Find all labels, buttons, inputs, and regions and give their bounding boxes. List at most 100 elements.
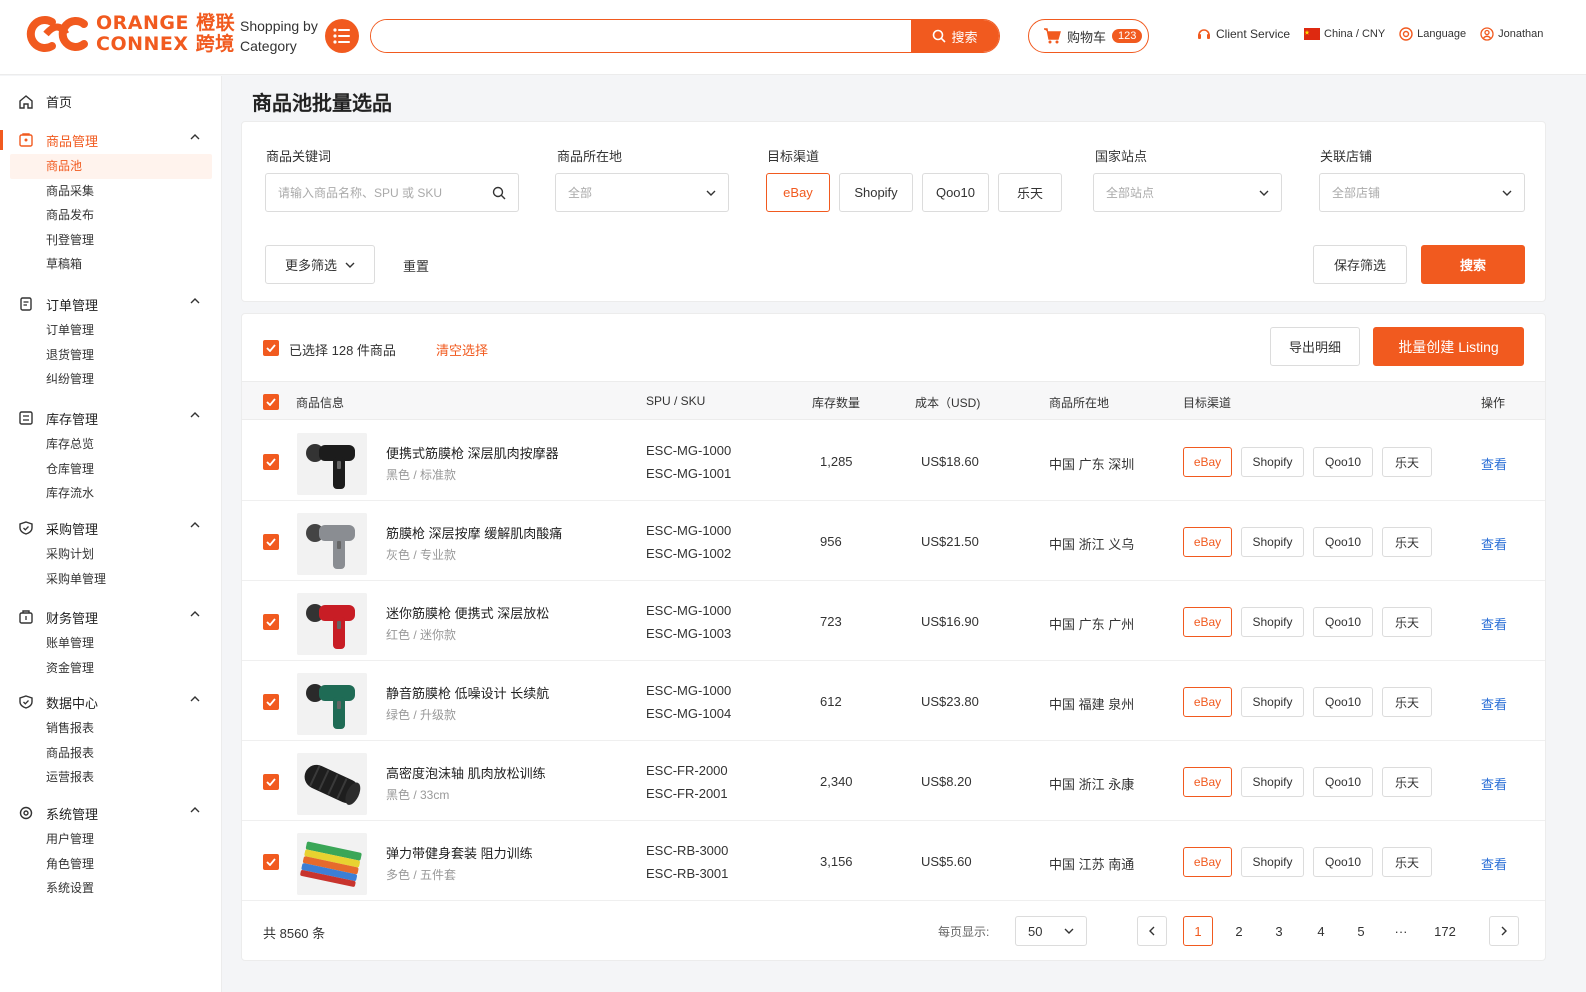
prev-page-button[interactable] xyxy=(1137,916,1167,946)
row-channel-chip[interactable]: eBay xyxy=(1183,767,1232,797)
sidebar-group-header-2[interactable]: 库存管理 xyxy=(0,406,222,430)
export-button[interactable]: 导出明细 xyxy=(1270,327,1360,366)
row-channel-chip[interactable]: 乐天 xyxy=(1382,447,1432,477)
sidebar-item[interactable]: 库存流水 xyxy=(0,481,222,506)
view-link[interactable]: 查看 xyxy=(1481,454,1507,473)
view-link[interactable]: 查看 xyxy=(1481,534,1507,553)
row-checkbox[interactable] xyxy=(263,854,279,870)
row-channel-chip[interactable]: 乐天 xyxy=(1382,607,1432,637)
category-menu-button[interactable] xyxy=(325,19,359,53)
row-channel-chip[interactable]: 乐天 xyxy=(1382,527,1432,557)
category-label[interactable]: Shopping by Category xyxy=(240,16,318,56)
product-name[interactable]: 弹力带健身套装 阻力训练 xyxy=(386,843,533,862)
global-search-input[interactable] xyxy=(371,20,911,52)
sidebar-item[interactable]: 销售报表 xyxy=(0,716,222,741)
row-channel-chip[interactable]: Qoo10 xyxy=(1313,447,1373,477)
batch-create-listing-button[interactable]: 批量创建 Listing xyxy=(1373,327,1524,366)
row-channel-chip[interactable]: Shopify xyxy=(1241,767,1304,797)
channel-chip-shopify[interactable]: Shopify xyxy=(839,173,913,212)
sidebar-item[interactable]: 纠纷管理 xyxy=(0,367,222,392)
row-checkbox[interactable] xyxy=(263,694,279,710)
row-channel-chip[interactable]: Shopify xyxy=(1241,687,1304,717)
sidebar-item[interactable]: 角色管理 xyxy=(0,852,222,877)
product-image[interactable] xyxy=(297,433,367,495)
logo[interactable]: ORANGE 橙联 CONNEX 跨境 xyxy=(22,12,235,56)
view-link[interactable]: 查看 xyxy=(1481,694,1507,713)
sidebar-item[interactable]: 用户管理 xyxy=(0,827,222,852)
sidebar-item[interactable]: 运营报表 xyxy=(0,765,222,790)
search-button[interactable]: 搜索 xyxy=(1421,245,1525,284)
sidebar-item[interactable]: 库存总览 xyxy=(0,432,222,457)
language-selector[interactable]: Language xyxy=(1399,27,1466,41)
row-checkbox[interactable] xyxy=(263,534,279,550)
view-link[interactable]: 查看 xyxy=(1481,854,1507,873)
sidebar-item[interactable]: 资金管理 xyxy=(0,656,222,681)
sidebar-item[interactable]: 采购计划 xyxy=(0,542,222,567)
sidebar-item[interactable]: 仓库管理 xyxy=(0,457,222,482)
row-channel-chip[interactable]: Qoo10 xyxy=(1313,847,1373,877)
product-image[interactable] xyxy=(297,753,367,815)
sidebar-group-header-5[interactable]: 数据中心 xyxy=(0,690,222,714)
sidebar-group-header-0[interactable]: 商品管理 xyxy=(0,128,222,152)
page-button[interactable]: 3 xyxy=(1264,916,1294,946)
row-channel-chip[interactable]: Shopify xyxy=(1241,447,1304,477)
sidebar-group-header-1[interactable]: 订单管理 xyxy=(0,292,222,316)
sidebar-item[interactable]: 系统设置 xyxy=(0,876,222,901)
product-name[interactable]: 高密度泡沫轴 肌肉放松训练 xyxy=(386,763,546,782)
sidebar-item[interactable]: 商品采集 xyxy=(0,179,222,204)
page-button[interactable]: 2 xyxy=(1224,916,1254,946)
channel-chip-ebay[interactable]: eBay xyxy=(766,173,830,212)
row-channel-chip[interactable]: Qoo10 xyxy=(1313,527,1373,557)
row-checkbox[interactable] xyxy=(263,454,279,470)
product-name[interactable]: 迷你筋膜枪 便携式 深层放松 xyxy=(386,603,549,622)
sidebar-group-header-3[interactable]: 采购管理 xyxy=(0,516,222,540)
next-page-button[interactable] xyxy=(1489,916,1519,946)
select-all-checkbox-top[interactable] xyxy=(263,340,279,356)
row-channel-chip[interactable]: 乐天 xyxy=(1382,767,1432,797)
product-image[interactable] xyxy=(297,513,367,575)
view-link[interactable]: 查看 xyxy=(1481,614,1507,633)
user-menu[interactable]: Jonathan xyxy=(1480,27,1543,41)
product-image[interactable] xyxy=(297,673,367,735)
sidebar-item[interactable]: 商品发布 xyxy=(0,203,222,228)
row-channel-chip[interactable]: Qoo10 xyxy=(1313,607,1373,637)
sidebar-item[interactable]: 退货管理 xyxy=(0,343,222,368)
sidebar-group-header-4[interactable]: 财务管理 xyxy=(0,605,222,629)
row-channel-chip[interactable]: Qoo10 xyxy=(1313,687,1373,717)
row-channel-chip[interactable]: eBay xyxy=(1183,847,1232,877)
page-button[interactable]: 5 xyxy=(1346,916,1376,946)
page-button[interactable]: 1 xyxy=(1183,916,1213,946)
client-service-link[interactable]: Client Service xyxy=(1196,26,1290,42)
product-name[interactable]: 筋膜枪 深层按摩 缓解肌肉酸痛 xyxy=(386,523,562,542)
row-checkbox[interactable] xyxy=(263,774,279,790)
sidebar-item[interactable]: 账单管理 xyxy=(0,631,222,656)
product-name[interactable]: 便携式筋膜枪 深层肌肉按摩器 xyxy=(386,443,559,462)
cart-button[interactable]: 购物车 123 xyxy=(1028,19,1149,53)
sidebar-item[interactable]: 草稿箱 xyxy=(0,252,222,277)
page-button[interactable]: 4 xyxy=(1306,916,1336,946)
row-channel-chip[interactable]: 乐天 xyxy=(1382,847,1432,877)
sidebar-item[interactable]: 刊登管理 xyxy=(0,228,222,253)
row-channel-chip[interactable]: eBay xyxy=(1183,527,1232,557)
row-channel-chip[interactable]: 乐天 xyxy=(1382,687,1432,717)
reset-button[interactable]: 重置 xyxy=(403,256,429,275)
row-channel-chip[interactable]: Shopify xyxy=(1241,847,1304,877)
view-link[interactable]: 查看 xyxy=(1481,774,1507,793)
keyword-input[interactable]: 请输入商品名称、SPU 或 SKU xyxy=(265,173,519,212)
region-selector[interactable]: China / CNY xyxy=(1304,28,1385,40)
sidebar-item[interactable]: 订单管理 xyxy=(0,318,222,343)
sidebar-item-home[interactable]: 首页 xyxy=(18,92,72,111)
clear-selection-link[interactable]: 清空选择 xyxy=(436,340,488,359)
sidebar-item[interactable]: 商品池 xyxy=(10,154,212,179)
row-channel-chip[interactable]: Shopify xyxy=(1241,607,1304,637)
row-channel-chip[interactable]: Qoo10 xyxy=(1313,767,1373,797)
row-channel-chip[interactable]: Shopify xyxy=(1241,527,1304,557)
select-all-checkbox[interactable] xyxy=(263,394,279,410)
channel-chip-rakuten[interactable]: 乐天 xyxy=(998,173,1062,212)
channel-chip-qoo10[interactable]: Qoo10 xyxy=(922,173,989,212)
row-channel-chip[interactable]: eBay xyxy=(1183,607,1232,637)
store-select[interactable]: 全部店铺 xyxy=(1319,173,1525,212)
product-image[interactable] xyxy=(297,593,367,655)
sidebar-item[interactable]: 商品报表 xyxy=(0,741,222,766)
row-checkbox[interactable] xyxy=(263,614,279,630)
